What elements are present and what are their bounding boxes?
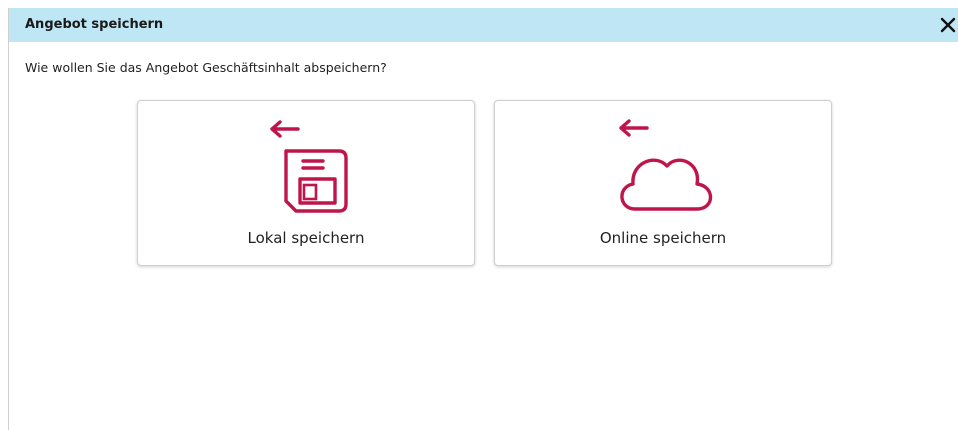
save-online-label: Online speichern [599,229,727,247]
save-online-graphic [619,119,713,211]
save-online-button[interactable]: Online speichern [494,100,832,266]
save-offer-dialog: Angebot speichern Wie wollen Sie das Ang… [8,8,958,430]
close-icon[interactable] [937,14,958,36]
floppy-disk-icon [284,149,348,213]
dialog-title: Angebot speichern [25,17,164,32]
save-local-button[interactable]: Lokal speichern [137,100,475,266]
dialog-titlebar: Angebot speichern [9,8,958,42]
arrow-left-icon [619,119,649,137]
save-local-label: Lokal speichern [247,229,365,247]
save-local-graphic [270,120,348,213]
arrow-left-icon [270,120,300,138]
dialog-prompt: Wie wollen Sie das Angebot Geschäftsinha… [25,60,387,75]
cloud-icon [620,158,713,211]
